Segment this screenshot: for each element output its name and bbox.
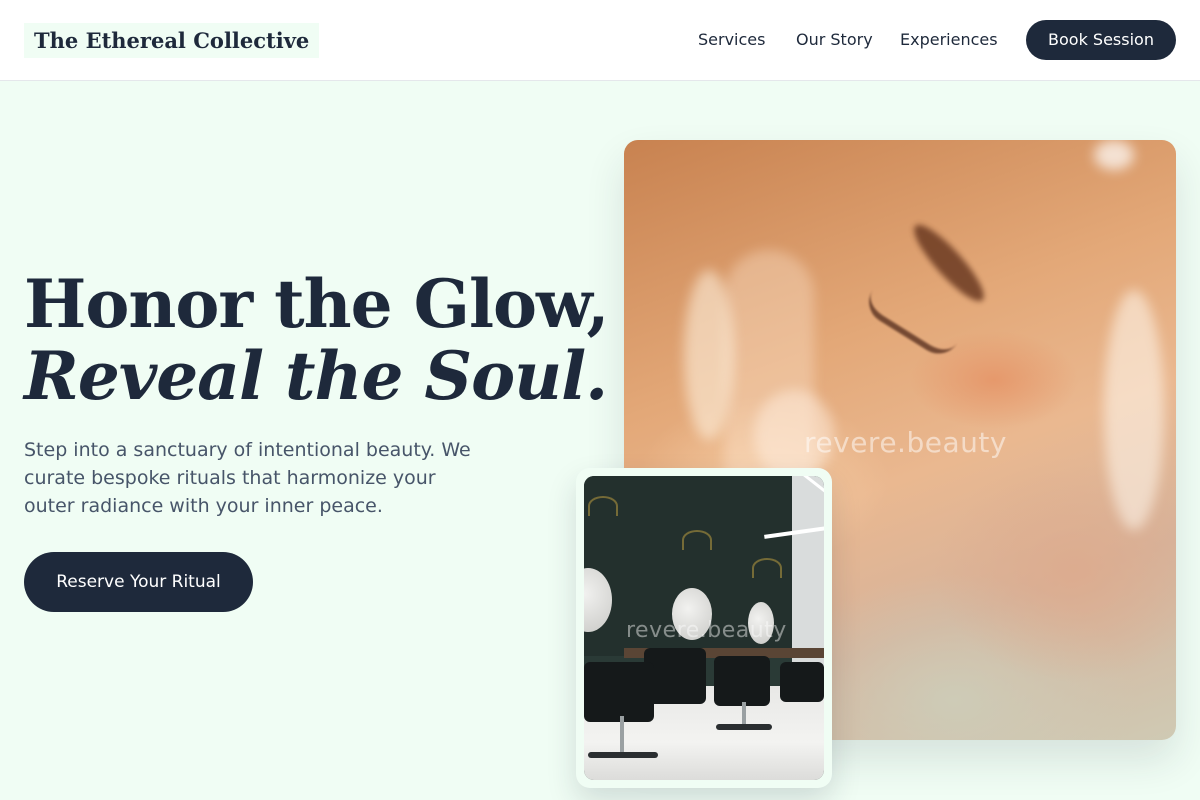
hero-headline-line1: Honor the Glow, [24, 265, 609, 343]
hanging-plant [682, 530, 712, 550]
brand-logo[interactable]: The Ethereal Collective [24, 23, 320, 58]
book-session-button[interactable]: Book Session [1026, 20, 1176, 60]
nav-link-our-story[interactable]: Our Story [796, 30, 873, 50]
chair-base [588, 752, 658, 758]
chair-pole [620, 716, 624, 756]
light-flare [684, 270, 734, 440]
hero-headline: Honor the Glow, Reveal the Soul. [24, 265, 609, 415]
portrait-watermark: revere.beauty [804, 426, 1007, 459]
hanging-plant [752, 558, 782, 578]
hanging-plant [588, 496, 618, 516]
nav-link-services[interactable]: Services [698, 30, 765, 50]
nav-link-experiences[interactable]: Experiences [900, 30, 998, 50]
chair-base [716, 724, 772, 730]
salon-watermark: revere.beauty [626, 618, 787, 643]
hero-subtext: Step into a sanctuary of intentional bea… [24, 439, 471, 517]
light-flare [1094, 140, 1134, 170]
reserve-ritual-button[interactable]: Reserve Your Ritual [24, 552, 253, 612]
salon-interior-image: revere.beauty [584, 476, 824, 780]
salon-chair [714, 656, 770, 706]
eyelash-shape [860, 290, 958, 362]
eyebrow-shape [905, 217, 993, 309]
site-header: The Ethereal Collective Services Our Sto… [0, 0, 1200, 81]
hero-headline-line2: Reveal the Soul. [24, 337, 608, 415]
salon-chair [584, 662, 654, 722]
salon-chair [780, 662, 824, 702]
chair-pole [742, 702, 746, 726]
light-flare [1104, 290, 1164, 530]
